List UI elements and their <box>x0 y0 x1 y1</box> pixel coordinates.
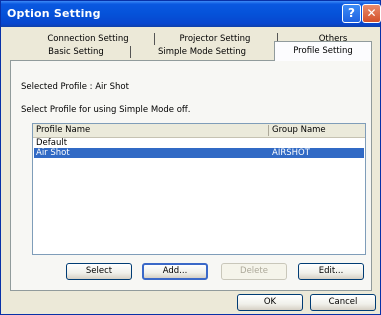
list-item[interactable]: Default <box>34 138 364 148</box>
delete-button[interactable]: Delete <box>221 263 287 280</box>
tab-simple-mode-setting[interactable]: Simple Mode Setting <box>137 46 267 58</box>
select-button[interactable]: Select <box>66 263 132 280</box>
list-item[interactable]: Air Shot AIRSHOT <box>34 148 364 158</box>
instruction-text: Select Profile for using Simple Mode off… <box>21 105 191 115</box>
tab-projector-setting[interactable]: Projector Setting <box>161 33 269 45</box>
column-header-profile-name[interactable]: Profile Name <box>33 124 269 137</box>
help-icon[interactable]: ? <box>342 4 361 23</box>
group-name-cell: AIRSHOT <box>272 148 310 158</box>
list-header: Profile Name Group Name <box>33 124 365 138</box>
tab-profile-setting[interactable]: Profile Setting <box>274 41 372 61</box>
tab-basic-setting[interactable]: Basic Setting <box>27 46 125 58</box>
cancel-button[interactable]: Cancel <box>310 294 376 311</box>
title-bar[interactable]: Option Setting ? ✕ <box>1 1 381 27</box>
tab-connection-setting[interactable]: Connection Setting <box>29 33 147 45</box>
ok-button[interactable]: OK <box>237 294 303 311</box>
profile-name-cell: Air Shot <box>36 148 70 158</box>
profile-list[interactable]: Profile Name Group Name Default Air Shot… <box>32 123 366 255</box>
tab-divider <box>154 33 155 45</box>
selected-profile-label: Selected Profile : Air Shot <box>21 82 129 92</box>
add-button[interactable]: Add... <box>142 263 208 280</box>
option-setting-window: Option Setting ? ✕ Connection Setting Pr… <box>0 0 381 315</box>
tab-profile-setting-label: Profile Setting <box>293 46 353 56</box>
close-icon[interactable]: ✕ <box>362 4 381 23</box>
window-title: Option Setting <box>7 7 101 20</box>
profile-name-cell: Default <box>36 138 68 148</box>
tab-divider <box>130 46 131 58</box>
column-header-group-name[interactable]: Group Name <box>269 124 365 137</box>
edit-button[interactable]: Edit... <box>298 263 364 280</box>
